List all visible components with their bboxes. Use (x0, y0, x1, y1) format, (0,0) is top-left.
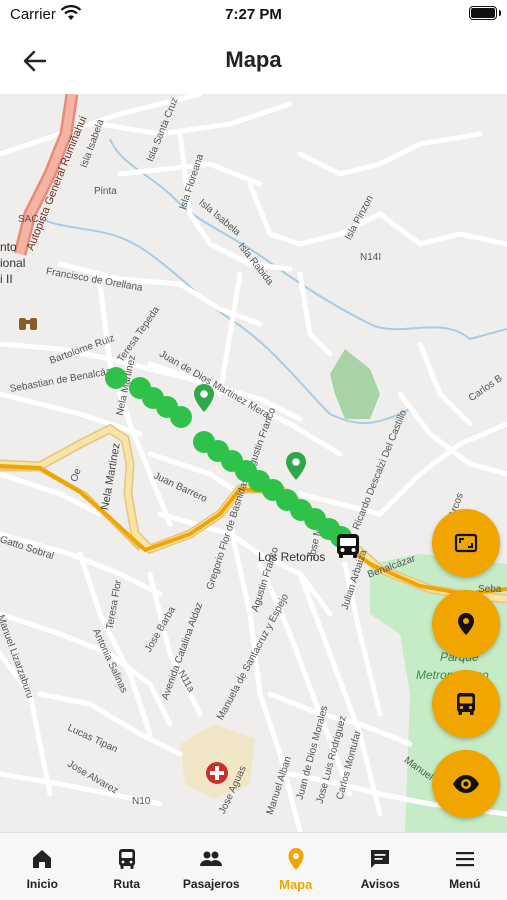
bus-stop-pin-icon[interactable] (193, 383, 215, 413)
fullscreen-icon (454, 533, 478, 553)
bus-marker-icon[interactable] (333, 531, 363, 561)
tab-pasajeros[interactable]: Pasajeros (169, 833, 254, 900)
tab-inicio[interactable]: Inicio (0, 833, 85, 900)
location-pin-icon (458, 613, 474, 635)
status-time: 7:27 PM (225, 6, 282, 23)
bus-stop-pin-icon[interactable] (285, 451, 307, 481)
location-button[interactable] (432, 590, 500, 658)
bus-icon (118, 849, 135, 869)
tab-label: Inicio (26, 877, 58, 891)
street-label: nto (0, 240, 17, 254)
bus-icon (457, 693, 475, 715)
route-dot (105, 367, 127, 389)
street-label: N14I (360, 252, 382, 263)
tab-label: Avisos (360, 877, 400, 891)
status-bar: Carrier 7:27 PM (0, 0, 507, 30)
view-button[interactable] (432, 750, 500, 818)
people-icon (200, 851, 223, 866)
tab-mapa[interactable]: Mapa (254, 833, 339, 900)
hospital-marker-icon (206, 762, 228, 784)
battery-icon (469, 6, 497, 20)
bottom-tab-bar: Inicio Ruta Pasajeros Mapa Avisos Menú (0, 832, 507, 900)
map-view[interactable]: Autopista General Rumiñahui Isla Isabela… (0, 94, 507, 832)
home-icon (33, 850, 52, 868)
binoculars-marker-icon (19, 318, 37, 330)
street-label: i II (0, 272, 13, 286)
tab-ruta[interactable]: Ruta (85, 833, 170, 900)
park-area (330, 349, 380, 419)
street-label: Pinta (94, 186, 117, 197)
street-label: N10 (132, 796, 151, 807)
tab-label: Pasajeros (182, 877, 240, 891)
tab-menu[interactable]: Menú (423, 833, 507, 900)
fullscreen-button[interactable] (432, 509, 500, 577)
app-header: Mapa (0, 30, 507, 94)
page-title: Mapa (225, 47, 282, 72)
street-label: SAC (18, 214, 39, 225)
tab-label: Mapa (279, 877, 313, 892)
tab-avisos[interactable]: Avisos (338, 833, 423, 900)
tab-label: Menú (449, 877, 481, 891)
street-label: ional (0, 256, 26, 270)
eye-icon (453, 775, 479, 793)
message-icon (371, 850, 390, 868)
bus-button[interactable] (432, 670, 500, 738)
menu-icon (455, 852, 474, 867)
tab-label: Ruta (113, 877, 141, 891)
route-dot (170, 406, 192, 428)
location-pin-icon (288, 848, 304, 870)
